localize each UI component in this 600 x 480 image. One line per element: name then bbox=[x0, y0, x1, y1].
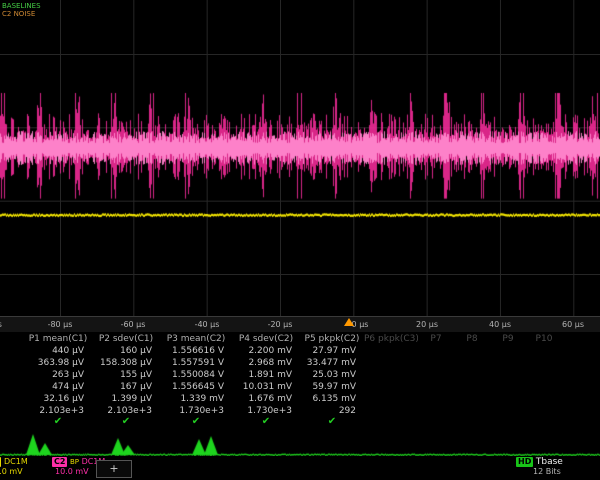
meas-value: 27.97 mV bbox=[300, 345, 364, 357]
meas-header-p7[interactable]: P7 bbox=[418, 333, 454, 345]
measurement-row-status: ✔ ✔ ✔ ✔ ✔ bbox=[24, 417, 562, 429]
meas-value: 1.556645 V bbox=[160, 381, 232, 393]
meas-value: 158.308 µV bbox=[92, 357, 160, 369]
channel-c1-descriptor[interactable]: C1 DC1M 50.0 mV bbox=[0, 457, 50, 479]
c2-bwl-flag: BP bbox=[70, 458, 79, 466]
meas-value: 2.200 mV bbox=[232, 345, 300, 357]
meas-value: 6.135 mV bbox=[300, 393, 364, 405]
c1-chip: C1 bbox=[0, 457, 1, 467]
meas-value: 1.891 mV bbox=[232, 369, 300, 381]
hd-mode-chip: HD bbox=[516, 457, 533, 467]
meas-header-p2[interactable]: P2 sdev(C1) bbox=[92, 333, 160, 345]
status-check-icon: ✔ bbox=[92, 417, 160, 427]
time-axis: -100 µs -80 µs -60 µs -40 µs -20 µs 0 µs… bbox=[0, 317, 600, 332]
timebase-label: Tbase bbox=[536, 457, 563, 467]
status-check-icon: ✔ bbox=[160, 417, 232, 427]
meas-value: 1.339 mV bbox=[160, 393, 232, 405]
status-check-icon: ✔ bbox=[300, 417, 364, 427]
add-trace-button[interactable]: + bbox=[96, 460, 132, 478]
meas-value: 33.477 mV bbox=[300, 357, 364, 369]
oscilloscope-screen: BASELINES C2 NOISE -100 µs -80 µs -60 µs… bbox=[0, 0, 600, 480]
time-tick: 60 µs bbox=[562, 320, 584, 329]
measurement-row-num: 2.103e+3 2.103e+3 1.730e+3 1.730e+3 292 bbox=[24, 405, 562, 417]
meas-header-p5[interactable]: P5 pkpk(C2) bbox=[300, 333, 364, 345]
c1-scale: 50.0 mV bbox=[0, 467, 50, 477]
meas-value: 1.550084 V bbox=[160, 369, 232, 381]
meas-value: 1.399 µV bbox=[92, 393, 160, 405]
meas-value: 474 µV bbox=[24, 381, 92, 393]
meas-header-p6[interactable]: P6 pkpk(C3) bbox=[364, 333, 418, 345]
bottom-bar: C1 DC1M 50.0 mV C2 BP DC1M 10.0 mV + HD … bbox=[0, 456, 600, 480]
meas-value: 1.676 mV bbox=[232, 393, 300, 405]
meas-value: 363.98 µV bbox=[24, 357, 92, 369]
meas-value: 155 µV bbox=[92, 369, 160, 381]
meas-value: 59.97 mV bbox=[300, 381, 364, 393]
adc-bits: 12 Bits bbox=[519, 467, 561, 476]
time-tick: -80 µs bbox=[48, 320, 73, 329]
time-tick: 20 µs bbox=[416, 320, 438, 329]
meas-value: 167 µV bbox=[92, 381, 160, 393]
meas-value: 1.556616 V bbox=[160, 345, 232, 357]
measurement-row-mean: 363.98 µV 158.308 µV 1.557591 V 2.968 mV… bbox=[24, 357, 562, 369]
measurement-header-row: P1 mean(C1) P2 sdev(C1) P3 mean(C2) P4 s… bbox=[24, 333, 562, 345]
measurement-row-max: 474 µV 167 µV 1.556645 V 10.031 mV 59.97… bbox=[24, 381, 562, 393]
time-tick: 0 µs bbox=[352, 320, 369, 329]
waveform-grid[interactable]: BASELINES C2 NOISE bbox=[0, 0, 600, 317]
meas-header-p8[interactable]: P8 bbox=[454, 333, 490, 345]
trace-label-2: C2 NOISE bbox=[2, 10, 35, 18]
status-check-icon: ✔ bbox=[24, 417, 92, 427]
measurement-row-min: 263 µV 155 µV 1.550084 V 1.891 mV 25.03 … bbox=[24, 369, 562, 381]
c2-chip: C2 bbox=[52, 457, 67, 467]
trace-label-1: BASELINES bbox=[2, 2, 41, 10]
meas-header-p10[interactable]: P10 bbox=[526, 333, 562, 345]
meas-header-p9[interactable]: P9 bbox=[490, 333, 526, 345]
meas-value: 263 µV bbox=[24, 369, 92, 381]
meas-value: 32.16 µV bbox=[24, 393, 92, 405]
measurement-table: P1 mean(C1) P2 sdev(C1) P3 mean(C2) P4 s… bbox=[24, 333, 562, 429]
time-tick: -60 µs bbox=[121, 320, 146, 329]
meas-value: 1.557591 V bbox=[160, 357, 232, 369]
meas-header-p1[interactable]: P1 mean(C1) bbox=[24, 333, 92, 345]
trigger-position-marker[interactable] bbox=[344, 318, 354, 326]
time-tick: -20 µs bbox=[268, 320, 293, 329]
meas-value: 10.031 mV bbox=[232, 381, 300, 393]
time-tick: 40 µs bbox=[489, 320, 511, 329]
time-tick: -40 µs bbox=[195, 320, 220, 329]
c1-coupling: DC1M bbox=[4, 457, 28, 466]
measurement-row-value: 440 µV 160 µV 1.556616 V 2.200 mV 27.97 … bbox=[24, 345, 562, 357]
meas-value: 2.968 mV bbox=[232, 357, 300, 369]
meas-header-p3[interactable]: P3 mean(C2) bbox=[160, 333, 232, 345]
timebase-descriptor[interactable]: HD Tbase 12 Bits 20.0 µs bbox=[516, 457, 600, 479]
meas-value: 25.03 mV bbox=[300, 369, 364, 381]
waveform-traces bbox=[0, 0, 600, 316]
meas-value: 440 µV bbox=[24, 345, 92, 357]
meas-header-p4[interactable]: P4 sdev(C2) bbox=[232, 333, 300, 345]
meas-value: 160 µV bbox=[92, 345, 160, 357]
status-check-icon: ✔ bbox=[232, 417, 300, 427]
time-tick: -100 µs bbox=[0, 320, 2, 329]
measurement-row-sdev: 32.16 µV 1.399 µV 1.339 mV 1.676 mV 6.13… bbox=[24, 393, 562, 405]
